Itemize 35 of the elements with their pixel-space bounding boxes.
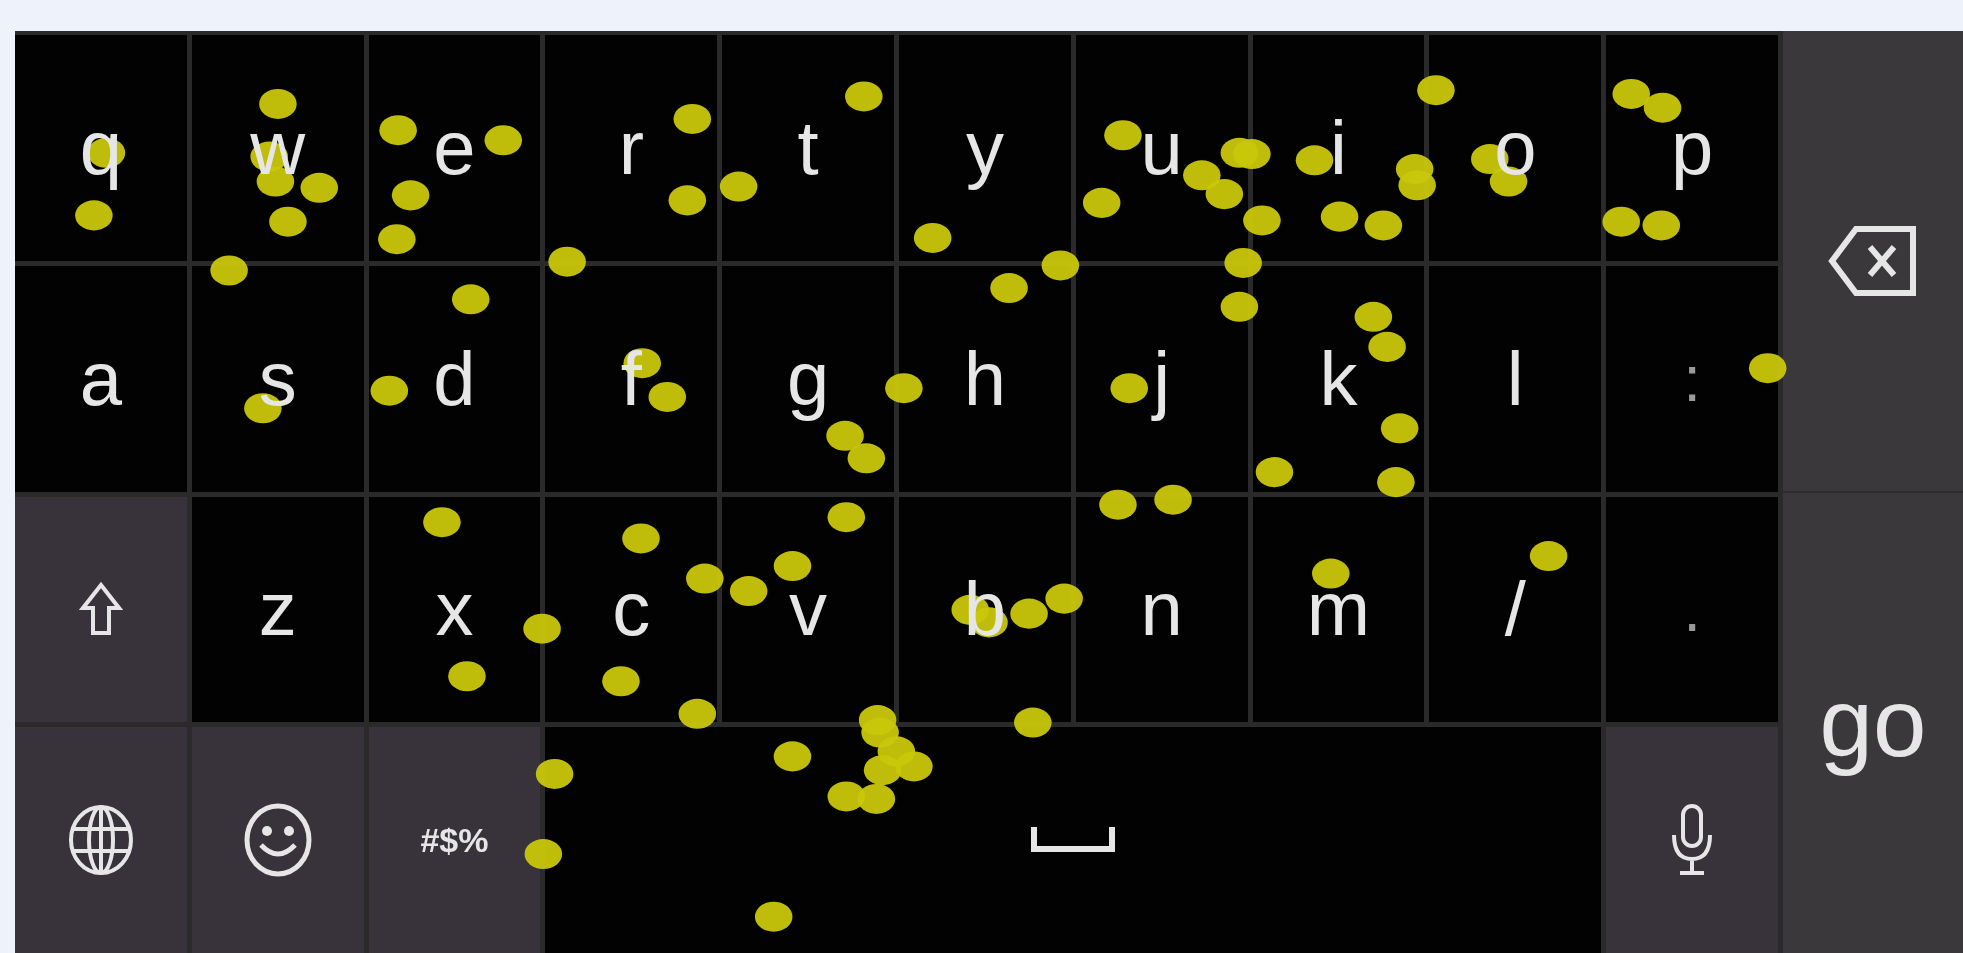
key[interactable]: m	[1252, 496, 1425, 723]
globe-key[interactable]	[15, 727, 187, 953]
key[interactable]: t	[722, 35, 894, 261]
backspace-icon	[1828, 225, 1918, 297]
emoji-key[interactable]	[191, 727, 364, 953]
key[interactable]: e	[368, 35, 541, 261]
key[interactable]: :	[1606, 265, 1778, 492]
key[interactable]: .	[1606, 496, 1778, 723]
key[interactable]: o	[1429, 35, 1602, 261]
key[interactable]: h	[899, 265, 1071, 492]
key[interactable]: j	[1075, 265, 1248, 492]
microphone-icon	[1670, 803, 1715, 878]
key[interactable]: a	[15, 265, 187, 492]
key[interactable]: x	[368, 496, 541, 723]
mic-key[interactable]	[1606, 727, 1778, 953]
backspace-key[interactable]	[1783, 31, 1963, 491]
key[interactable]: /	[1429, 496, 1602, 723]
go-key[interactable]: go	[1783, 493, 1963, 953]
key[interactable]: l	[1429, 265, 1602, 492]
key[interactable]: s	[191, 265, 364, 492]
symbols-key[interactable]: #$%	[368, 727, 541, 953]
space-bar-icon	[1031, 827, 1116, 854]
space-key[interactable]	[545, 727, 1602, 953]
key[interactable]: v	[722, 496, 894, 723]
key[interactable]: r	[545, 35, 718, 261]
key[interactable]: n	[1075, 496, 1248, 723]
key[interactable]: z	[191, 496, 364, 723]
shift-icon	[78, 582, 123, 637]
globe-icon	[67, 804, 134, 877]
key[interactable]: c	[545, 496, 718, 723]
key[interactable]: g	[722, 265, 894, 492]
smiley-icon	[242, 803, 313, 878]
key[interactable]: p	[1606, 35, 1778, 261]
key[interactable]: d	[368, 265, 541, 492]
key[interactable]: y	[899, 35, 1071, 261]
